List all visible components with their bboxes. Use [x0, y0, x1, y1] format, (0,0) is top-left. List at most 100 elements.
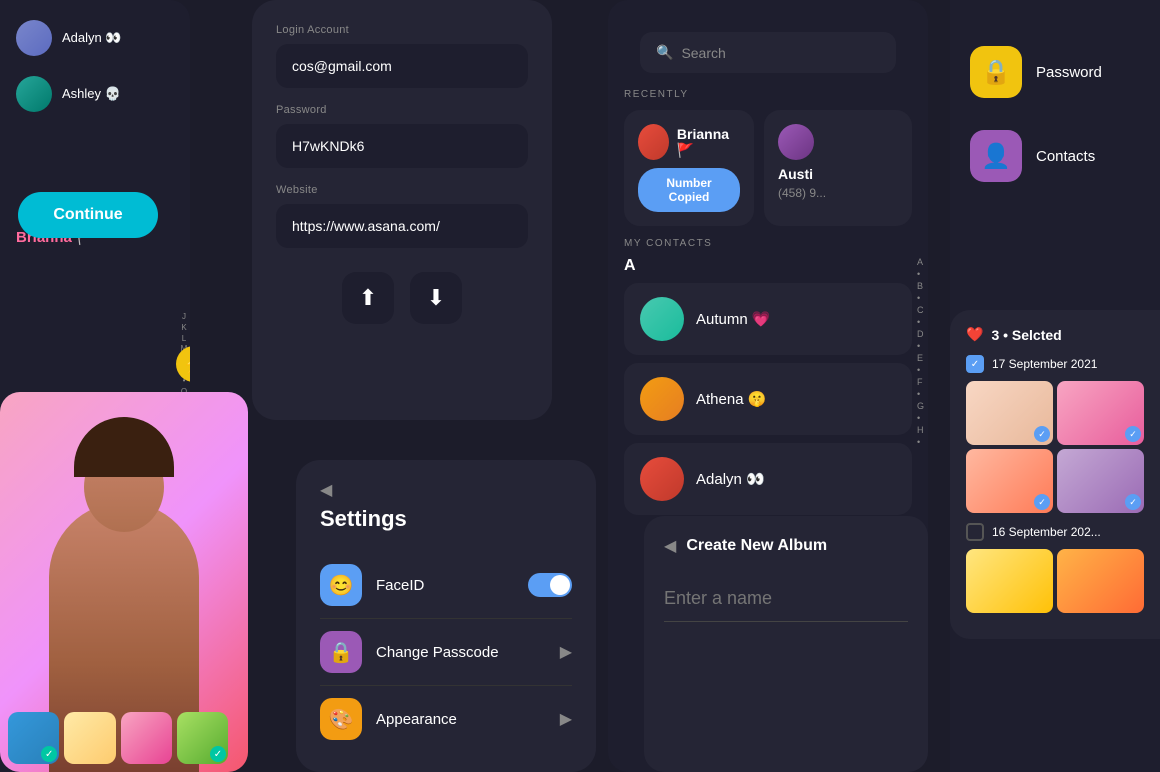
- sept16-label: 16 September 202...: [992, 525, 1101, 539]
- download-icon-button[interactable]: ⬇: [410, 272, 462, 324]
- photo-thumb-4[interactable]: ✓: [1057, 449, 1144, 513]
- album-header: ◀ Create New Album: [664, 536, 908, 556]
- faceid-toggle[interactable]: [528, 573, 572, 597]
- contacts-app-label: Contacts: [1036, 148, 1095, 165]
- album-back-button[interactable]: ◀: [664, 536, 676, 556]
- settings-back-button[interactable]: ◀: [320, 480, 572, 500]
- recent-austin-card[interactable]: Austi (458) 9...: [764, 110, 912, 226]
- photo-check-4: ✓: [1125, 494, 1141, 510]
- number-copied-button[interactable]: Number Copied: [638, 168, 740, 212]
- login-panel: Login Account cos@gmail.com Password H7w…: [252, 0, 552, 420]
- sept16-photo-grid: [966, 549, 1144, 613]
- appearance-icon: 🎨: [320, 698, 362, 740]
- download-icon: ⬇: [427, 285, 445, 311]
- ashley-avatar: [16, 76, 52, 112]
- thumbnail-2[interactable]: [64, 712, 115, 764]
- password-label: Password: [276, 104, 528, 116]
- brianna-recent-avatar: [638, 124, 669, 160]
- settings-passcode-item[interactable]: 🔒 Change Passcode ▶: [320, 619, 572, 686]
- settings-panel: ◀ Settings 😊 FaceID 🔒 Change Passcode ▶ …: [296, 460, 596, 772]
- appearance-chevron-icon: ▶: [560, 709, 572, 729]
- email-label: Login Account: [276, 24, 528, 36]
- date-row-sept16: 16 September 202...: [966, 523, 1144, 541]
- album-name-input[interactable]: [664, 576, 908, 622]
- appearance-label: Appearance: [376, 711, 546, 728]
- settings-faceid-item[interactable]: 😊 FaceID: [320, 552, 572, 619]
- athena-name: Athena 🤫: [696, 390, 766, 408]
- passcode-icon: 🔒: [320, 631, 362, 673]
- contact-ashley[interactable]: Ashley 💀: [8, 68, 182, 120]
- alpha-k: K: [181, 323, 186, 333]
- contact-athena[interactable]: Athena 🤫: [624, 363, 912, 435]
- sept17-checkbox[interactable]: ✓: [966, 355, 984, 373]
- search-input[interactable]: Search: [681, 45, 725, 61]
- action-icons-row: ⬆ ⬇: [276, 272, 528, 324]
- photo-thumb-3[interactable]: ✓: [966, 449, 1053, 513]
- profile-photo-panel: ✓ ✓: [0, 392, 248, 772]
- athena-avatar: [640, 377, 684, 421]
- faceid-label: FaceID: [376, 577, 514, 594]
- contact-adalyn-center[interactable]: Adalyn 👀: [624, 443, 912, 515]
- selection-count: 3 • Selcted: [991, 327, 1061, 343]
- adalyn-center-name: Adalyn 👀: [696, 470, 765, 488]
- recent-brianna-card[interactable]: Brianna 🚩 Number Copied: [624, 110, 754, 226]
- section-letter-a: A: [624, 257, 912, 275]
- austin-recent-avatar: [778, 124, 814, 160]
- continue-button[interactable]: Continue: [18, 192, 158, 238]
- date-group-sept16: 16 September 202...: [966, 523, 1144, 613]
- alpha-l: L: [182, 334, 186, 344]
- adalyn-name: Adalyn 👀: [62, 30, 122, 46]
- password-app-item[interactable]: 🔒 Password: [950, 30, 1160, 114]
- contact-autumn[interactable]: Autumn 💗: [624, 283, 912, 355]
- date-row-sept17: ✓ 17 September 2021: [966, 355, 1144, 373]
- selection-header: ❤️ 3 • Selcted: [966, 326, 1144, 343]
- photo-thumb-6[interactable]: [1057, 549, 1144, 613]
- austin-recent-phone: (458) 9...: [778, 186, 898, 200]
- sept17-photo-grid: ✓ ✓ ✓ ✓: [966, 381, 1144, 513]
- thumbnail-4[interactable]: ✓: [177, 712, 228, 764]
- heart-icon: ❤️: [966, 326, 983, 343]
- photo-check-1: ✓: [1034, 426, 1050, 442]
- website-label: Website: [276, 184, 528, 196]
- search-bar[interactable]: 🔍 Search: [640, 32, 896, 73]
- thumb-check-1: ✓: [41, 746, 57, 762]
- faceid-icon: 😊: [320, 564, 362, 606]
- contacts-app-item[interactable]: 👤 Contacts: [950, 114, 1160, 198]
- settings-appearance-item[interactable]: 🎨 Appearance ▶: [320, 686, 572, 752]
- passcode-label: Change Passcode: [376, 644, 546, 661]
- photo-thumb-2[interactable]: ✓: [1057, 381, 1144, 445]
- passcode-chevron-icon: ▶: [560, 642, 572, 662]
- thumbnail-3[interactable]: [121, 712, 172, 764]
- recently-row: Brianna 🚩 Number Copied Austi (458) 9...: [608, 110, 928, 226]
- autumn-name: Autumn 💗: [696, 310, 771, 328]
- settings-title: Settings: [320, 506, 572, 532]
- album-title: Create New Album: [686, 537, 827, 555]
- photo-thumb-1[interactable]: ✓: [966, 381, 1053, 445]
- contacts-app-icon: 👤: [970, 130, 1022, 182]
- alpha-j: J: [182, 312, 186, 322]
- password-icon: 🔒: [970, 46, 1022, 98]
- password-input[interactable]: H7wKNDk6: [276, 124, 528, 168]
- date-group-sept17: ✓ 17 September 2021 ✓ ✓ ✓ ✓: [966, 355, 1144, 513]
- ashley-name: Ashley 💀: [62, 86, 121, 102]
- right-panel: 🔒 Password 👤 Contacts ❤️ 3 • Selcted ✓ 1…: [950, 0, 1160, 772]
- photo-check-2: ✓: [1125, 426, 1141, 442]
- photo-thumb-5[interactable]: [966, 549, 1053, 613]
- sept16-checkbox[interactable]: [966, 523, 984, 541]
- album-panel: ◀ Create New Album: [644, 516, 928, 772]
- email-input[interactable]: cos@gmail.com: [276, 44, 528, 88]
- photo-check-3: ✓: [1034, 494, 1050, 510]
- thumb-check-4: ✓: [210, 746, 226, 762]
- website-input[interactable]: https://www.asana.com/: [276, 204, 528, 248]
- search-icon: 🔍: [656, 44, 673, 61]
- contact-adalyn[interactable]: Adalyn 👀: [8, 12, 182, 64]
- share-icon-button[interactable]: ⬆: [342, 272, 394, 324]
- thumbnail-1[interactable]: ✓: [8, 712, 59, 764]
- austin-recent-name: Austi: [778, 166, 898, 182]
- my-contacts-label: MY CONTACTS: [608, 238, 928, 249]
- adalyn-center-avatar: [640, 457, 684, 501]
- sept17-label: 17 September 2021: [992, 357, 1097, 371]
- brianna-recent-name: Brianna 🚩: [677, 126, 740, 159]
- share-icon: ⬆: [359, 285, 377, 311]
- adalyn-avatar: [16, 20, 52, 56]
